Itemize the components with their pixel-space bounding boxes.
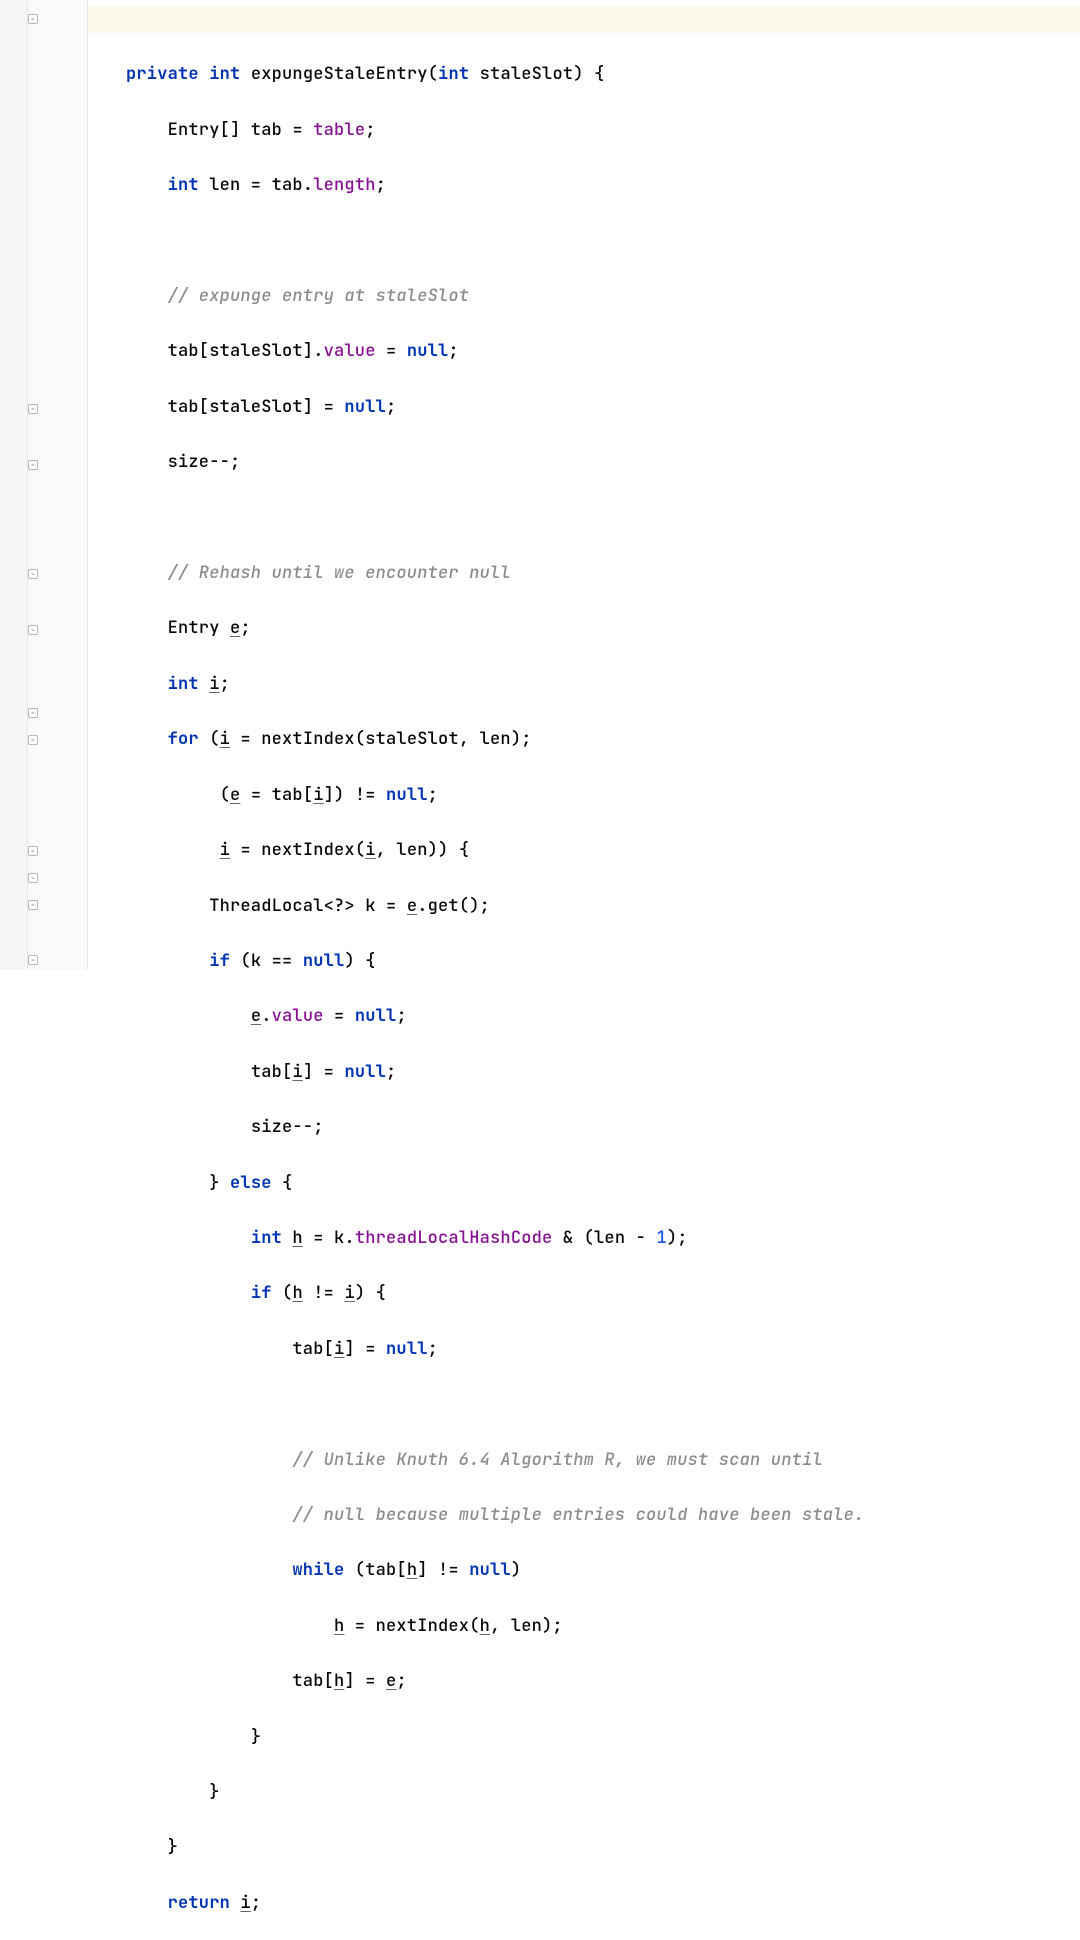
fold-toggle-icon[interactable] bbox=[28, 708, 38, 718]
code-line[interactable]: h = nextIndex(h, len); bbox=[126, 1613, 1080, 1641]
code-line[interactable]: int i; bbox=[126, 671, 1080, 699]
code-line[interactable]: size--; bbox=[126, 1114, 1080, 1142]
code-line[interactable]: private int expungeStaleEntry(int staleS… bbox=[126, 61, 1080, 89]
code-line[interactable]: } else { bbox=[126, 1170, 1080, 1198]
code-line[interactable]: tab[staleSlot] = null; bbox=[126, 394, 1080, 422]
code-line[interactable] bbox=[126, 228, 1080, 256]
code-line[interactable]: if (h != i) { bbox=[126, 1280, 1080, 1308]
fold-toggle-icon[interactable] bbox=[28, 14, 38, 24]
fold-toggle-icon[interactable] bbox=[28, 569, 38, 579]
fold-toggle-icon[interactable] bbox=[28, 735, 38, 745]
code-line[interactable]: } bbox=[126, 1834, 1080, 1862]
code-line[interactable]: // expunge entry at staleSlot bbox=[126, 283, 1080, 311]
code-line[interactable]: (e = tab[i]) != null; bbox=[126, 782, 1080, 810]
code-line[interactable]: size--; bbox=[126, 449, 1080, 477]
code-line[interactable]: int h = k.threadLocalHashCode & (len - 1… bbox=[126, 1225, 1080, 1253]
fold-toggle-icon[interactable] bbox=[28, 460, 38, 470]
code-line[interactable]: ThreadLocal<?> k = e.get(); bbox=[126, 893, 1080, 921]
code-line[interactable]: tab[i] = null; bbox=[126, 1059, 1080, 1087]
code-line[interactable] bbox=[126, 505, 1080, 533]
code-line[interactable]: } bbox=[126, 1779, 1080, 1807]
fold-toggle-icon[interactable] bbox=[28, 955, 38, 965]
fold-toggle-icon[interactable] bbox=[28, 900, 38, 910]
code-line[interactable]: tab[staleSlot].value = null; bbox=[126, 338, 1080, 366]
code-line[interactable]: if (k == null) { bbox=[126, 948, 1080, 976]
fold-toggle-icon[interactable] bbox=[28, 846, 38, 856]
code-area[interactable]: private int expungeStaleEntry(int staleS… bbox=[88, 0, 1080, 970]
code-line[interactable]: // Rehash until we encounter null bbox=[126, 560, 1080, 588]
code-line[interactable]: for (i = nextIndex(staleSlot, len); bbox=[126, 726, 1080, 754]
code-line[interactable]: } bbox=[126, 1724, 1080, 1752]
code-line[interactable]: while (tab[h] != null) bbox=[126, 1557, 1080, 1585]
code-line[interactable]: int len = tab.length; bbox=[126, 172, 1080, 200]
code-line[interactable]: e.value = null; bbox=[126, 1003, 1080, 1031]
code-line[interactable]: // Unlike Knuth 6.4 Algorithm R, we must… bbox=[126, 1447, 1080, 1475]
code-line[interactable]: Entry e; bbox=[126, 615, 1080, 643]
code-line[interactable]: i = nextIndex(i, len)) { bbox=[126, 837, 1080, 865]
highlighted-line-bg bbox=[88, 6, 1080, 33]
code-line[interactable]: return i; bbox=[126, 1890, 1080, 1918]
code-line[interactable]: tab[h] = e; bbox=[126, 1668, 1080, 1696]
fold-toggle-icon[interactable] bbox=[28, 625, 38, 635]
code-line[interactable]: Entry[] tab = table; bbox=[126, 117, 1080, 145]
gutter[interactable] bbox=[0, 0, 88, 970]
gutter-inner bbox=[27, 0, 87, 970]
code-line[interactable] bbox=[126, 1391, 1080, 1419]
fold-toggle-icon[interactable] bbox=[28, 404, 38, 414]
code-line[interactable]: // null because multiple entries could h… bbox=[126, 1502, 1080, 1530]
code-editor[interactable]: private int expungeStaleEntry(int staleS… bbox=[0, 0, 1080, 970]
code-line[interactable]: tab[i] = null; bbox=[126, 1336, 1080, 1364]
fold-toggle-icon[interactable] bbox=[28, 873, 38, 883]
